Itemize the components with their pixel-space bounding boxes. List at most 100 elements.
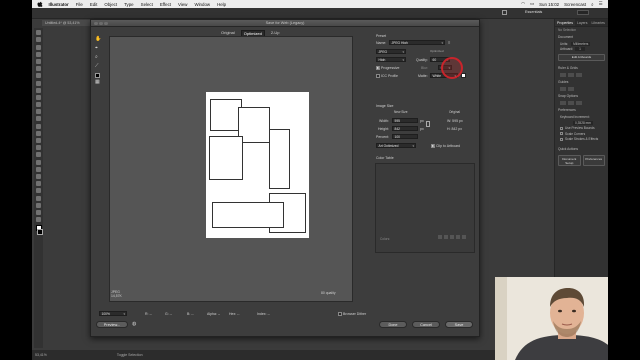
eraser-tool-icon[interactable] bbox=[36, 109, 41, 115]
guides-lock-icon[interactable] bbox=[568, 87, 574, 92]
screencast-menu[interactable]: Screencast bbox=[562, 2, 589, 7]
constrain-proportions-link-icon[interactable] bbox=[426, 121, 430, 127]
guides-show-icon[interactable] bbox=[560, 87, 566, 92]
scale-strokes-checkbox[interactable] bbox=[560, 137, 563, 141]
clock[interactable]: Sun 15:02 bbox=[537, 2, 562, 7]
line-tool-icon[interactable] bbox=[36, 80, 41, 86]
tab-libraries[interactable]: Libraries bbox=[589, 19, 606, 26]
menu-app-name[interactable]: Illustrator bbox=[45, 2, 72, 7]
tab-layers[interactable]: Layers bbox=[575, 19, 590, 26]
shape-builder-tool-icon[interactable] bbox=[36, 145, 41, 151]
units-dropdown[interactable]: Millimeters bbox=[571, 41, 591, 46]
selection-tool-icon[interactable] bbox=[36, 30, 41, 36]
scale-corners-checkbox[interactable] bbox=[560, 132, 563, 136]
use-preview-bounds-checkbox[interactable] bbox=[560, 126, 563, 130]
web-snap-icon[interactable] bbox=[444, 235, 448, 239]
done-button[interactable]: Done bbox=[379, 321, 407, 328]
apple-icon[interactable] bbox=[37, 1, 43, 7]
type-tool-icon[interactable] bbox=[36, 73, 41, 79]
mesh-tool-icon[interactable] bbox=[36, 159, 41, 165]
cancel-button[interactable]: Cancel bbox=[412, 321, 440, 328]
tab-properties[interactable]: Properties bbox=[555, 19, 575, 26]
lock-color-icon[interactable] bbox=[450, 235, 454, 239]
add-color-icon[interactable] bbox=[456, 235, 460, 239]
symbol-sprayer-tool-icon[interactable] bbox=[36, 188, 41, 194]
menu-file[interactable]: File bbox=[72, 2, 86, 7]
hand-tool-icon[interactable] bbox=[36, 209, 41, 215]
artboard-dropdown[interactable]: 1 bbox=[575, 47, 585, 52]
optimized-checkbox-label[interactable]: Optimized bbox=[430, 49, 444, 53]
zoom-window-icon[interactable] bbox=[104, 21, 108, 25]
menu-object[interactable]: Object bbox=[101, 2, 121, 7]
search-stock-input[interactable] bbox=[577, 10, 589, 15]
clip-to-artboard-checkbox[interactable] bbox=[431, 144, 435, 148]
menu-effect[interactable]: Effect bbox=[156, 2, 174, 7]
keyboard-increment-input[interactable]: 0,3528 mm bbox=[573, 120, 593, 125]
eyedropper-tool-icon[interactable]: ⟋ bbox=[95, 64, 100, 69]
hand-tool-icon[interactable]: ✋ bbox=[95, 37, 101, 42]
progressive-checkbox[interactable] bbox=[376, 66, 380, 70]
slice-select-tool-icon[interactable]: ⌖ bbox=[95, 46, 100, 51]
width-tool-icon[interactable] bbox=[36, 130, 41, 136]
menu-list-icon[interactable]: ☰ bbox=[596, 1, 605, 7]
menu-type[interactable]: Type bbox=[121, 2, 138, 7]
width-input[interactable]: 595 bbox=[392, 118, 418, 123]
optimized-preview[interactable] bbox=[109, 36, 353, 302]
blend-tool-icon[interactable] bbox=[36, 181, 41, 187]
icc-profile-checkbox[interactable] bbox=[376, 74, 380, 78]
rotate-tool-icon[interactable] bbox=[36, 116, 41, 122]
snap-to-point-icon[interactable] bbox=[560, 101, 566, 106]
close-window-icon[interactable] bbox=[94, 21, 98, 25]
map-color-icon[interactable] bbox=[438, 235, 442, 239]
graph-tool-icon[interactable] bbox=[36, 195, 41, 201]
browser-globe-icon[interactable]: ◍ bbox=[132, 321, 136, 327]
menu-window[interactable]: Window bbox=[191, 2, 214, 7]
arrange-documents-icon[interactable] bbox=[502, 10, 507, 15]
snap-to-pixel-icon[interactable] bbox=[568, 101, 574, 106]
color-table[interactable]: Colors: bbox=[375, 163, 475, 253]
transparency-grid-icon[interactable] bbox=[576, 73, 582, 78]
free-transform-tool-icon[interactable] bbox=[36, 138, 41, 143]
minimize-window-icon[interactable] bbox=[99, 21, 103, 25]
zoom-tool-icon[interactable]: ⌕ bbox=[95, 55, 100, 60]
matte-color-swatch[interactable] bbox=[461, 73, 466, 78]
perspective-grid-tool-icon[interactable] bbox=[36, 152, 41, 158]
snap-to-grid-icon[interactable] bbox=[576, 101, 582, 106]
grid-icon[interactable] bbox=[568, 73, 574, 78]
direct-selection-tool-icon[interactable] bbox=[36, 37, 41, 43]
zoom-tool-icon[interactable] bbox=[36, 217, 41, 223]
magic-wand-tool-icon[interactable] bbox=[36, 44, 41, 50]
status-toggle-selection[interactable]: Toggle Selection bbox=[117, 353, 143, 357]
pen-tool-icon[interactable] bbox=[36, 58, 41, 64]
preferences-button[interactable]: Preferences bbox=[582, 154, 605, 167]
toggle-slices-icon[interactable]: ▦ bbox=[95, 80, 100, 85]
preset-menu-icon[interactable]: ≡ bbox=[448, 40, 450, 45]
document-setup-button[interactable]: Document Setup bbox=[558, 154, 581, 167]
eyedropper-tool-icon[interactable] bbox=[36, 173, 41, 179]
preview-in-browser-button[interactable]: Preview... bbox=[96, 321, 128, 328]
file-format-dropdown[interactable]: JPEG bbox=[376, 49, 406, 54]
paintbrush-tool-icon[interactable] bbox=[36, 94, 41, 100]
percent-input[interactable]: 100 bbox=[392, 134, 418, 139]
scale-tool-icon[interactable] bbox=[36, 123, 41, 129]
lasso-tool-icon[interactable] bbox=[36, 51, 41, 57]
menu-help[interactable]: Help bbox=[214, 2, 230, 7]
resample-dropdown[interactable]: Art Optimized bbox=[376, 143, 416, 148]
artboard-tool-icon[interactable] bbox=[36, 202, 41, 208]
browser-dither-checkbox[interactable] bbox=[338, 312, 342, 316]
delete-color-icon[interactable] bbox=[462, 235, 466, 239]
stroke-swatch[interactable] bbox=[37, 229, 43, 236]
workspace-switcher[interactable]: Essentials bbox=[525, 10, 542, 14]
eyedropper-color-swatch[interactable] bbox=[95, 73, 100, 78]
search-icon[interactable]: ⌕ bbox=[589, 2, 596, 7]
wifi-icon[interactable]: ◠ bbox=[519, 1, 528, 7]
height-input[interactable]: 842 bbox=[392, 126, 418, 131]
menu-edit[interactable]: Edit bbox=[86, 2, 101, 7]
gradient-tool-icon[interactable] bbox=[36, 166, 41, 172]
rulers-icon[interactable] bbox=[560, 73, 566, 78]
menu-select[interactable]: Select bbox=[137, 2, 156, 7]
quality-level-dropdown[interactable]: High bbox=[376, 57, 406, 62]
rectangle-tool-icon[interactable] bbox=[36, 87, 41, 93]
menu-view[interactable]: View bbox=[175, 2, 191, 7]
zoom-level-dropdown[interactable]: 100% bbox=[99, 311, 127, 316]
